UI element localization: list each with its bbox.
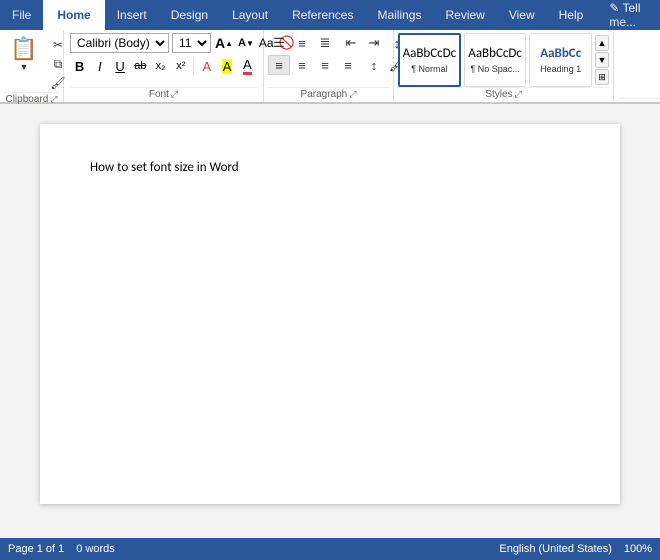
status-language: English (United States) — [499, 543, 612, 555]
tab-insert[interactable]: Insert — [105, 0, 159, 30]
style-normal-preview: AaBbCcDc — [403, 46, 457, 62]
document-page[interactable]: How to set font size in Word — [40, 124, 620, 504]
strikethrough-button[interactable]: ab — [131, 55, 150, 77]
justify-icon: ≡ — [344, 58, 352, 73]
style-normal-label: ¶ Normal — [411, 64, 447, 74]
tab-layout[interactable]: Layout — [220, 0, 280, 30]
tab-file[interactable]: File — [0, 0, 43, 30]
tab-tellme[interactable]: ✎ Tell me... — [595, 0, 660, 30]
decrease-indent-icon: ⇤ — [346, 35, 357, 51]
tab-review[interactable]: Review — [433, 0, 496, 30]
tab-references[interactable]: References — [280, 0, 365, 30]
paste-dropdown-arrow: ▼ — [20, 62, 29, 72]
superscript-icon: x² — [176, 60, 185, 72]
style-heading1-preview: AaBbCc — [540, 46, 581, 62]
numbering-button[interactable]: ≡ — [291, 33, 313, 53]
font-size-shrink-button[interactable]: A▼ — [237, 33, 255, 53]
strikethrough-icon: ab — [134, 60, 146, 72]
font-size-shrink-icon: A — [238, 37, 246, 49]
font-color-icon: A — [243, 57, 252, 75]
font-size-grow-icon: A — [215, 35, 225, 51]
bullets-button[interactable]: ☰ — [268, 33, 290, 53]
status-page: Page 1 of 1 — [8, 543, 64, 555]
text-effects-button[interactable]: A — [197, 55, 216, 77]
font-name-select[interactable]: Calibri (Body) — [70, 33, 169, 53]
italic-button[interactable]: I — [90, 55, 109, 77]
bold-button[interactable]: B — [70, 55, 89, 77]
styles-section: AaBbCcDc ¶ Normal AaBbCcDc ¶ No Spac... … — [394, 30, 614, 102]
style-heading1-button[interactable]: AaBbCc Heading 1 — [529, 33, 592, 87]
subscript-button[interactable]: x₂ — [151, 55, 170, 77]
tab-mailings[interactable]: Mailings — [365, 0, 433, 30]
italic-icon: I — [98, 59, 102, 74]
clipboard-expand-icon[interactable]: ⤢ — [50, 94, 57, 105]
document-content[interactable]: How to set font size in Word — [90, 160, 570, 175]
font-expand-icon[interactable]: ⤢ — [171, 89, 178, 100]
underline-button[interactable]: U — [110, 55, 129, 77]
line-spacing-button[interactable]: ↕ — [363, 55, 385, 75]
align-left-button[interactable]: ≡ — [268, 55, 290, 75]
styles-expand-icon[interactable]: ⤢ — [515, 89, 522, 100]
tab-design[interactable]: Design — [159, 0, 220, 30]
paragraph-expand-icon[interactable]: ⤢ — [349, 89, 356, 100]
numbering-icon: ≡ — [298, 36, 306, 51]
styles-scroll-down-button[interactable]: ▼ — [595, 52, 609, 68]
tab-help[interactable]: Help — [547, 0, 596, 30]
paste-button[interactable]: 📋 ▼ — [4, 32, 44, 76]
paste-icon: 📋 — [10, 36, 37, 62]
style-normal-button[interactable]: AaBbCcDc ¶ Normal — [398, 33, 461, 87]
cut-icon: ✂ — [53, 38, 63, 52]
font-size-select[interactable]: 11 — [172, 33, 211, 53]
multilevel-icon: ≣ — [320, 35, 331, 51]
multilevel-button[interactable]: ≣ — [314, 33, 336, 53]
status-words: 0 words — [76, 543, 115, 555]
styles-label: Styles — [485, 89, 512, 100]
subscript-icon: x₂ — [156, 60, 166, 72]
increase-indent-button[interactable]: ⇥ — [363, 33, 385, 53]
align-right-icon: ≡ — [321, 58, 329, 73]
clipboard-section: 📋 ▼ ✂ ⧉ 🖌 Clipb — [2, 30, 64, 102]
highlight-icon: A — [222, 59, 233, 74]
text-effects-icon: A — [203, 59, 212, 74]
tab-view[interactable]: View — [497, 0, 547, 30]
status-bar: Page 1 of 1 0 words English (United Stat… — [0, 538, 660, 560]
align-left-icon: ≡ — [275, 58, 283, 73]
font-label: Font — [149, 89, 169, 100]
font-color-button[interactable]: A — [238, 55, 257, 77]
style-nospacing-button[interactable]: AaBbCcDc ¶ No Spac... — [464, 33, 527, 87]
justify-button[interactable]: ≡ — [337, 55, 359, 75]
font-section: Calibri (Body) 11 A▲ A▼ Aa 🚫 — [64, 30, 264, 102]
style-nospacing-preview: AaBbCcDc — [468, 46, 522, 62]
decrease-indent-button[interactable]: ⇤ — [340, 33, 362, 53]
copy-icon: ⧉ — [54, 57, 63, 72]
increase-indent-icon: ⇥ — [369, 35, 380, 51]
tab-home[interactable]: Home — [43, 0, 104, 30]
align-center-icon: ≡ — [298, 58, 306, 73]
clipboard-label: Clipboard — [5, 94, 48, 105]
paragraph-label: Paragraph — [301, 89, 348, 100]
bold-icon: B — [75, 59, 84, 74]
paragraph-section: ☰ ≡ ≣ ⇤ ⇥ ↕ — [264, 30, 394, 102]
underline-icon: U — [115, 59, 124, 74]
superscript-button[interactable]: x² — [171, 55, 190, 77]
align-right-button[interactable]: ≡ — [314, 55, 336, 75]
styles-scroll-up-button[interactable]: ▲ — [595, 35, 609, 51]
line-spacing-icon: ↕ — [371, 58, 378, 73]
style-heading1-label: Heading 1 — [540, 64, 581, 74]
status-zoom: 100% — [624, 543, 652, 555]
styles-more-button[interactable]: ⊞ — [595, 69, 609, 85]
highlight-button[interactable]: A — [218, 55, 237, 77]
editing-section — [614, 30, 660, 102]
document-area: How to set font size in Word — [0, 104, 660, 534]
bullets-icon: ☰ — [273, 35, 285, 51]
align-center-button[interactable]: ≡ — [291, 55, 313, 75]
font-size-grow-button[interactable]: A▲ — [214, 33, 234, 53]
style-nospacing-label: ¶ No Spac... — [470, 64, 519, 74]
